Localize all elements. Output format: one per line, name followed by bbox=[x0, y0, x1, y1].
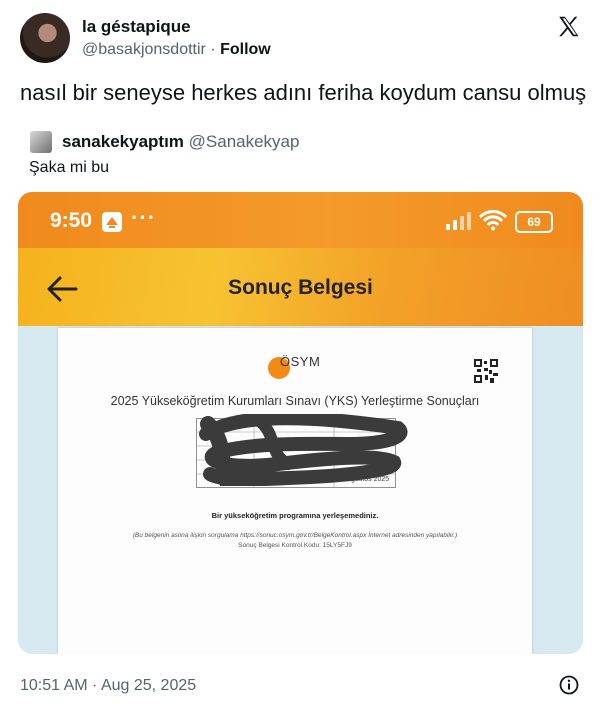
quote-display-name[interactable]: sanakekyaptım bbox=[62, 132, 184, 151]
document-title: 2025 Yükseköğretim Kurumları Sınavı (YKS… bbox=[110, 394, 480, 408]
redaction-scribble bbox=[199, 414, 408, 486]
handle-separator: · bbox=[210, 41, 216, 58]
result-document: ÖSYM 2025 Yükseköğretim Kurumları Sınavı… bbox=[58, 328, 532, 654]
verification-note: (Bu belgenin aslına ilişkin sorgulama ht… bbox=[132, 532, 458, 539]
app-title: Sonuç Belgesi bbox=[228, 276, 373, 299]
qr-code-icon bbox=[474, 359, 498, 383]
follow-button[interactable]: Follow bbox=[220, 41, 271, 58]
battery-indicator: 69 bbox=[515, 211, 553, 233]
status-more-dots: ··· bbox=[131, 205, 156, 230]
author-handle[interactable]: @basakjonsdottir bbox=[82, 41, 206, 58]
quote-media-image[interactable]: 9:50 ··· 69 Sonuç Belgesi ÖSYM 2025 Yüks… bbox=[18, 192, 583, 654]
quote-handle[interactable]: @Sanakekyap bbox=[189, 132, 300, 151]
author-display-name[interactable]: la géstapique bbox=[82, 17, 191, 37]
info-icon[interactable] bbox=[559, 675, 579, 695]
tweet-timestamp[interactable]: 10:51 AM · Aug 25, 2025 bbox=[20, 677, 196, 695]
osym-logo-text: ÖSYM bbox=[280, 354, 321, 369]
navigation-app-icon bbox=[102, 212, 122, 232]
author-handle-line: @basakjonsdottir · Follow bbox=[82, 41, 271, 59]
author-avatar[interactable] bbox=[20, 13, 70, 63]
status-time: 9:50 bbox=[50, 209, 93, 232]
quote-text: Şaka mi bu bbox=[29, 159, 110, 176]
quote-avatar[interactable] bbox=[30, 131, 52, 153]
signal-icon bbox=[446, 212, 471, 230]
result-message: Bir yükseköğretim programına yerleşemedi… bbox=[211, 511, 379, 520]
wifi-icon bbox=[478, 210, 508, 231]
x-logo-icon[interactable] bbox=[556, 14, 582, 40]
quote-author[interactable]: sanakekyaptım @Sanakekyap bbox=[62, 132, 299, 152]
tweet-text: nasıl bir seneyse herkes adını feriha ko… bbox=[20, 80, 587, 105]
control-code: Sonuç Belgesi Kontrol Kodu: 15LY5FJ9 bbox=[238, 542, 352, 549]
